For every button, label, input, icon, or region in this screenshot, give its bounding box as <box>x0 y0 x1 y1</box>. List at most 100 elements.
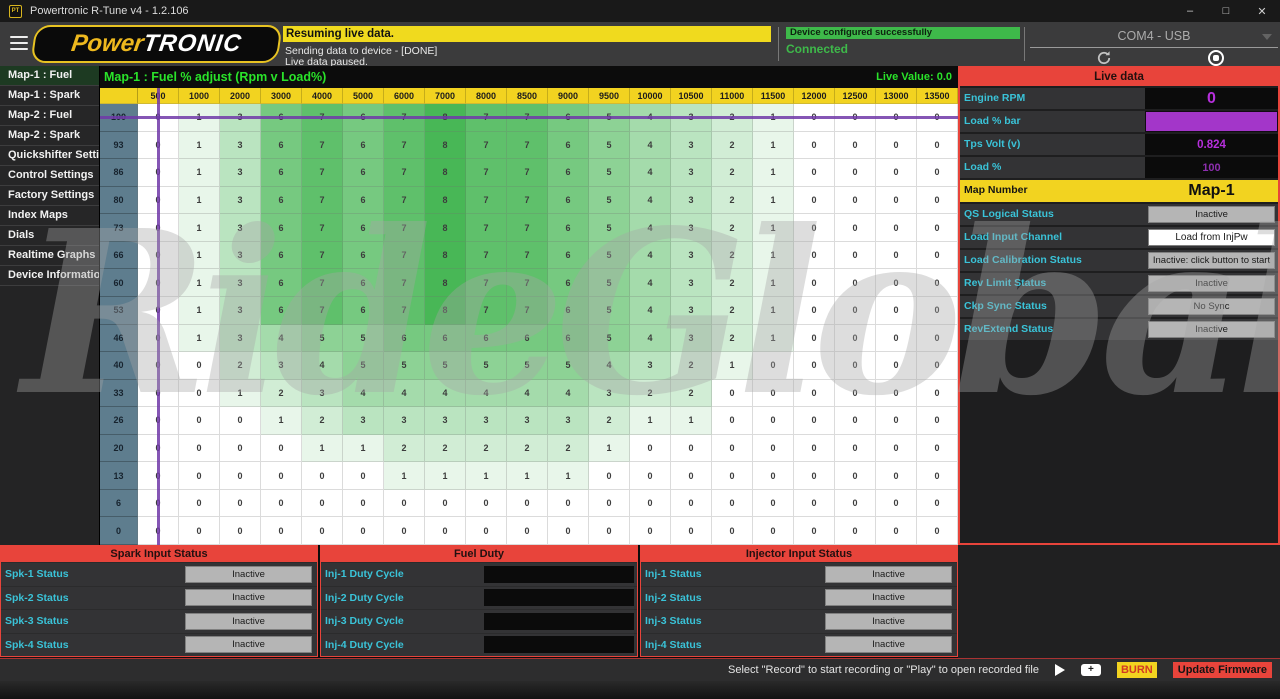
map-cell[interactable]: 5 <box>425 352 466 380</box>
map-cell[interactable]: 0 <box>630 517 671 545</box>
update-firmware-button[interactable]: Update Firmware <box>1173 662 1272 678</box>
map-cell[interactable]: 3 <box>220 242 261 270</box>
map-cell[interactable]: 7 <box>466 132 507 160</box>
map-cell[interactable]: 6 <box>261 242 302 270</box>
map-cell[interactable]: 4 <box>425 380 466 408</box>
map-cell[interactable]: 0 <box>220 407 261 435</box>
row-header-73[interactable]: 73 <box>100 214 138 242</box>
map-cell[interactable]: 3 <box>671 132 712 160</box>
col-header-13000[interactable]: 13000 <box>876 88 917 104</box>
col-header-12000[interactable]: 12000 <box>794 88 835 104</box>
map-cell[interactable]: 0 <box>794 269 835 297</box>
map-cell[interactable]: 1 <box>753 159 794 187</box>
map-cell[interactable]: 1 <box>753 325 794 353</box>
map-cell[interactable]: 4 <box>384 380 425 408</box>
map-cell[interactable]: 7 <box>466 242 507 270</box>
map-cell[interactable]: 0 <box>917 187 958 215</box>
status-badge[interactable]: Inactive <box>825 566 952 583</box>
map-cell[interactable]: 2 <box>220 352 261 380</box>
map-cell[interactable]: 0 <box>425 490 466 518</box>
map-cell[interactable]: 3 <box>343 407 384 435</box>
map-cell[interactable]: 2 <box>712 214 753 242</box>
map-cell[interactable]: 5 <box>589 214 630 242</box>
map-cell[interactable]: 5 <box>507 352 548 380</box>
map-cell[interactable]: 4 <box>630 187 671 215</box>
map-cell[interactable]: 0 <box>343 490 384 518</box>
map-cell[interactable]: 0 <box>917 352 958 380</box>
sidebar-item-control-settings[interactable]: Control Settings <box>0 166 99 186</box>
map-cell[interactable]: 7 <box>302 297 343 325</box>
map-cell[interactable]: 2 <box>712 187 753 215</box>
map-cell[interactable]: 8 <box>425 159 466 187</box>
map-cell[interactable]: 3 <box>671 214 712 242</box>
map-cell[interactable]: 0 <box>712 462 753 490</box>
map-cell[interactable]: 1 <box>630 407 671 435</box>
map-cell[interactable]: 2 <box>671 352 712 380</box>
map-cell[interactable]: 7 <box>302 159 343 187</box>
map-cell[interactable]: 0 <box>630 435 671 463</box>
map-cell[interactable]: 2 <box>712 269 753 297</box>
map-cell[interactable]: 2 <box>425 435 466 463</box>
col-header-12500[interactable]: 12500 <box>835 88 876 104</box>
map-cell[interactable]: 6 <box>507 325 548 353</box>
col-header-11000[interactable]: 11000 <box>712 88 753 104</box>
col-header-13500[interactable]: 13500 <box>917 88 958 104</box>
row-header-33[interactable]: 33 <box>100 380 138 408</box>
map-cell[interactable]: 0 <box>917 462 958 490</box>
sidebar-item-map-1-fuel[interactable]: Map-1 : Fuel <box>0 66 99 86</box>
map-cell[interactable]: 1 <box>220 380 261 408</box>
map-cell[interactable]: 0 <box>671 462 712 490</box>
map-cell[interactable]: 4 <box>630 214 671 242</box>
map-cell[interactable]: 0 <box>876 490 917 518</box>
map-cell[interactable]: 8 <box>425 187 466 215</box>
map-cell[interactable]: 2 <box>589 407 630 435</box>
map-cell[interactable]: 0 <box>384 490 425 518</box>
map-cell[interactable]: 0 <box>179 490 220 518</box>
map-cell[interactable]: 4 <box>630 269 671 297</box>
row-header-0[interactable]: 0 <box>100 517 138 545</box>
map-cell[interactable]: 0 <box>261 517 302 545</box>
map-cell[interactable]: 0 <box>876 352 917 380</box>
col-header-5000[interactable]: 5000 <box>343 88 384 104</box>
map-cell[interactable]: 0 <box>384 517 425 545</box>
map-cell[interactable]: 0 <box>835 407 876 435</box>
map-cell[interactable]: 1 <box>753 132 794 160</box>
map-cell[interactable]: 0 <box>466 517 507 545</box>
map-cell[interactable]: 0 <box>876 435 917 463</box>
map-cell[interactable]: 0 <box>753 435 794 463</box>
map-cell[interactable]: 6 <box>261 297 302 325</box>
map-cell[interactable]: 3 <box>302 380 343 408</box>
map-cell[interactable]: 7 <box>507 214 548 242</box>
map-cell[interactable]: 1 <box>589 435 630 463</box>
map-cell[interactable]: 2 <box>548 435 589 463</box>
map-cell[interactable]: 0 <box>753 352 794 380</box>
map-cell[interactable]: 6 <box>343 132 384 160</box>
map-cell[interactable]: 6 <box>425 325 466 353</box>
map-cell[interactable]: 0 <box>712 517 753 545</box>
map-cell[interactable]: 0 <box>753 380 794 408</box>
map-cell[interactable]: 2 <box>302 407 343 435</box>
map-cell[interactable]: 4 <box>302 352 343 380</box>
row-header-13[interactable]: 13 <box>100 462 138 490</box>
map-cell[interactable]: 7 <box>507 242 548 270</box>
map-cell[interactable]: 7 <box>507 132 548 160</box>
row-header-40[interactable]: 40 <box>100 352 138 380</box>
map-cell[interactable]: 7 <box>384 159 425 187</box>
map-cell[interactable]: 5 <box>589 325 630 353</box>
map-cell[interactable]: 0 <box>589 462 630 490</box>
map-cell[interactable]: 0 <box>835 214 876 242</box>
map-cell[interactable]: 3 <box>220 187 261 215</box>
map-cell[interactable]: 0 <box>302 517 343 545</box>
map-cell[interactable]: 0 <box>220 462 261 490</box>
map-cell[interactable]: 0 <box>548 490 589 518</box>
map-cell[interactable]: 3 <box>220 214 261 242</box>
map-cell[interactable]: 0 <box>630 490 671 518</box>
row-header-93[interactable]: 93 <box>100 132 138 160</box>
map-cell[interactable]: 2 <box>507 435 548 463</box>
map-cell[interactable]: 0 <box>712 435 753 463</box>
map-cell[interactable]: 0 <box>835 462 876 490</box>
map-cell[interactable]: 0 <box>917 325 958 353</box>
map-cell[interactable]: 0 <box>179 352 220 380</box>
map-cell[interactable]: 7 <box>302 187 343 215</box>
map-cell[interactable]: 0 <box>835 159 876 187</box>
